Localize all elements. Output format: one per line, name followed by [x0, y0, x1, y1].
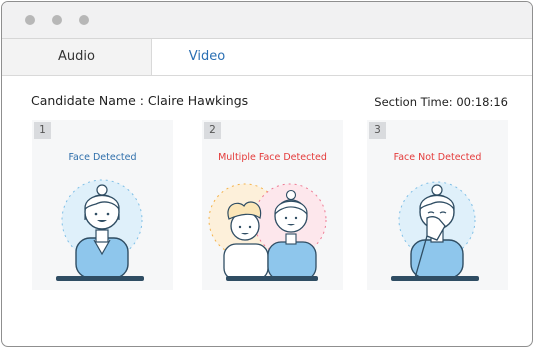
- card-number: 1: [34, 122, 51, 139]
- card-number: 2: [204, 122, 221, 139]
- person-icon: [56, 179, 144, 281]
- card-status: Face Not Detected: [393, 152, 482, 163]
- tab-bar: Audio Video: [2, 39, 532, 76]
- multiple-face-illustration: [202, 174, 343, 290]
- proctor-card-3: 3 Face Not Detected: [367, 120, 508, 290]
- proctor-card-1: 1 Face Detected: [32, 120, 173, 290]
- face-detected-illustration: [32, 174, 173, 290]
- card-number: 3: [369, 122, 386, 139]
- window-control-dot[interactable]: [79, 15, 89, 25]
- covered-face-person-icon: [391, 181, 479, 281]
- section-time: Section Time: 00:18:16: [374, 95, 508, 109]
- proctor-card-2: 2 Multiple Face Detected: [202, 120, 343, 290]
- window-titlebar: [2, 2, 532, 39]
- card-status: Multiple Face Detected: [218, 152, 327, 163]
- card-status: Face Detected: [68, 152, 137, 163]
- tab-video[interactable]: Video: [152, 39, 262, 75]
- candidate-name: Candidate Name : Claire Hawkings: [31, 93, 249, 108]
- people-icon: [208, 183, 327, 281]
- face-not-detected-illustration: [367, 174, 508, 290]
- window-control-dot[interactable]: [52, 15, 62, 25]
- tab-audio[interactable]: Audio: [2, 39, 152, 75]
- window-control-dot[interactable]: [25, 15, 35, 25]
- browser-window: Audio Video Candidate Name : Claire Hawk…: [1, 1, 533, 347]
